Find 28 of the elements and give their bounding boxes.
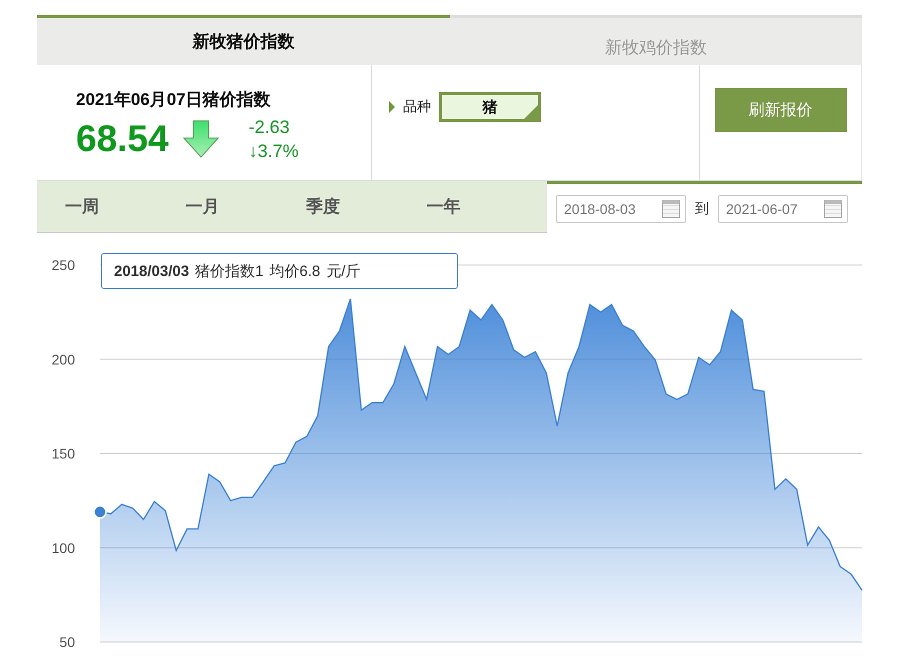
tooltip-text: 猪价指数1 [195, 262, 264, 280]
variety-label: 品种 [403, 98, 431, 116]
refresh-button[interactable]: 刷新报价 [714, 88, 846, 132]
change-value: -2.63 [248, 116, 291, 139]
axis-label: 50 [59, 634, 75, 650]
tooltip-text: 元/斤 [326, 262, 360, 280]
period-tab[interactable]: 一周 [65, 195, 186, 218]
calendar-icon [824, 200, 842, 218]
calendar-icon [662, 200, 680, 218]
axis-label: 200 [52, 351, 75, 368]
tooltip-text: 均价6.8 [269, 262, 320, 280]
period-tab[interactable]: 季度 [306, 195, 426, 218]
triangle-icon [389, 101, 395, 113]
variety-select[interactable]: 猪 [439, 92, 541, 122]
tooltip-text: 2018/03/03 [114, 262, 190, 280]
date-field[interactable]: 2018-08-03 [556, 194, 686, 222]
range-separator: 到 [695, 200, 709, 218]
date-field[interactable]: 2021-06-07 [718, 194, 848, 222]
change-percent: ↓3.7% [248, 140, 299, 163]
data-point[interactable] [93, 505, 107, 519]
axis-label: 150 [52, 446, 75, 462]
period-tab[interactable]: 一年 [426, 195, 547, 218]
summary-title: 2021年06月07日猪价指数 [76, 89, 272, 111]
axis-label: 100 [52, 540, 75, 556]
index-tab[interactable]: 新牧猪价指数 [37, 15, 450, 65]
index-value: 68.54 [76, 118, 169, 160]
period-tab[interactable]: 一月 [186, 195, 306, 218]
axis-label: 250 [52, 257, 75, 273]
